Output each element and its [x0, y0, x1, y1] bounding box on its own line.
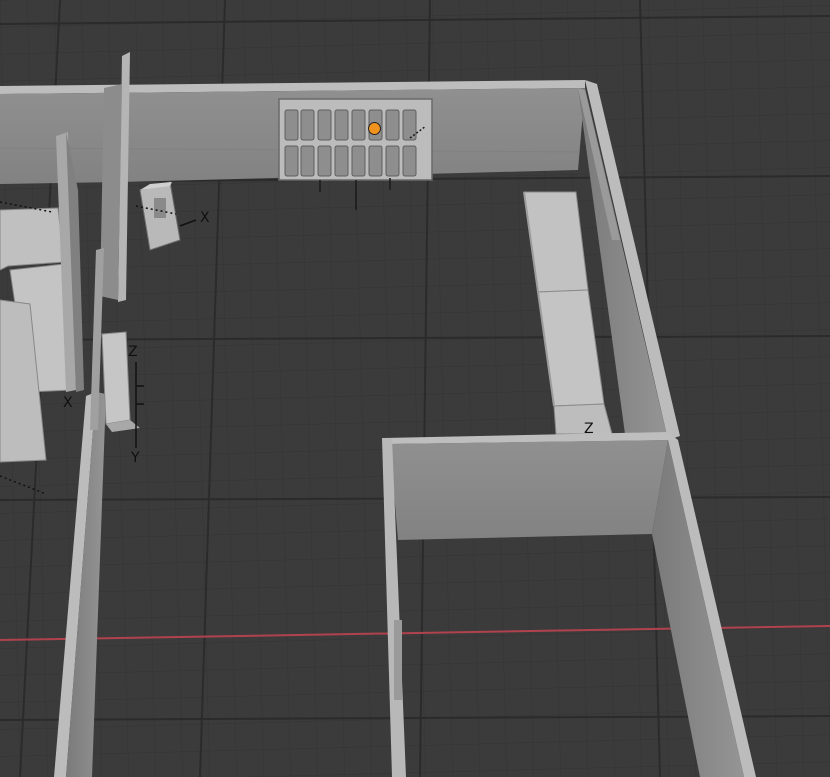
locker-x-axis-label: X — [63, 395, 73, 411]
locker-y-axis-label: Y — [131, 450, 140, 466]
left-partition-tall[interactable] — [100, 52, 130, 302]
locker-z-axis-label: Z — [128, 344, 138, 360]
cabinet-x-axis-label: X — [200, 210, 210, 226]
bench-z-axis-label: Z — [584, 421, 594, 437]
origin-dot-icon[interactable] — [368, 122, 381, 135]
3d-viewport[interactable]: X Z X Y Z — [0, 0, 830, 777]
scene-canvas[interactable] — [0, 0, 830, 777]
